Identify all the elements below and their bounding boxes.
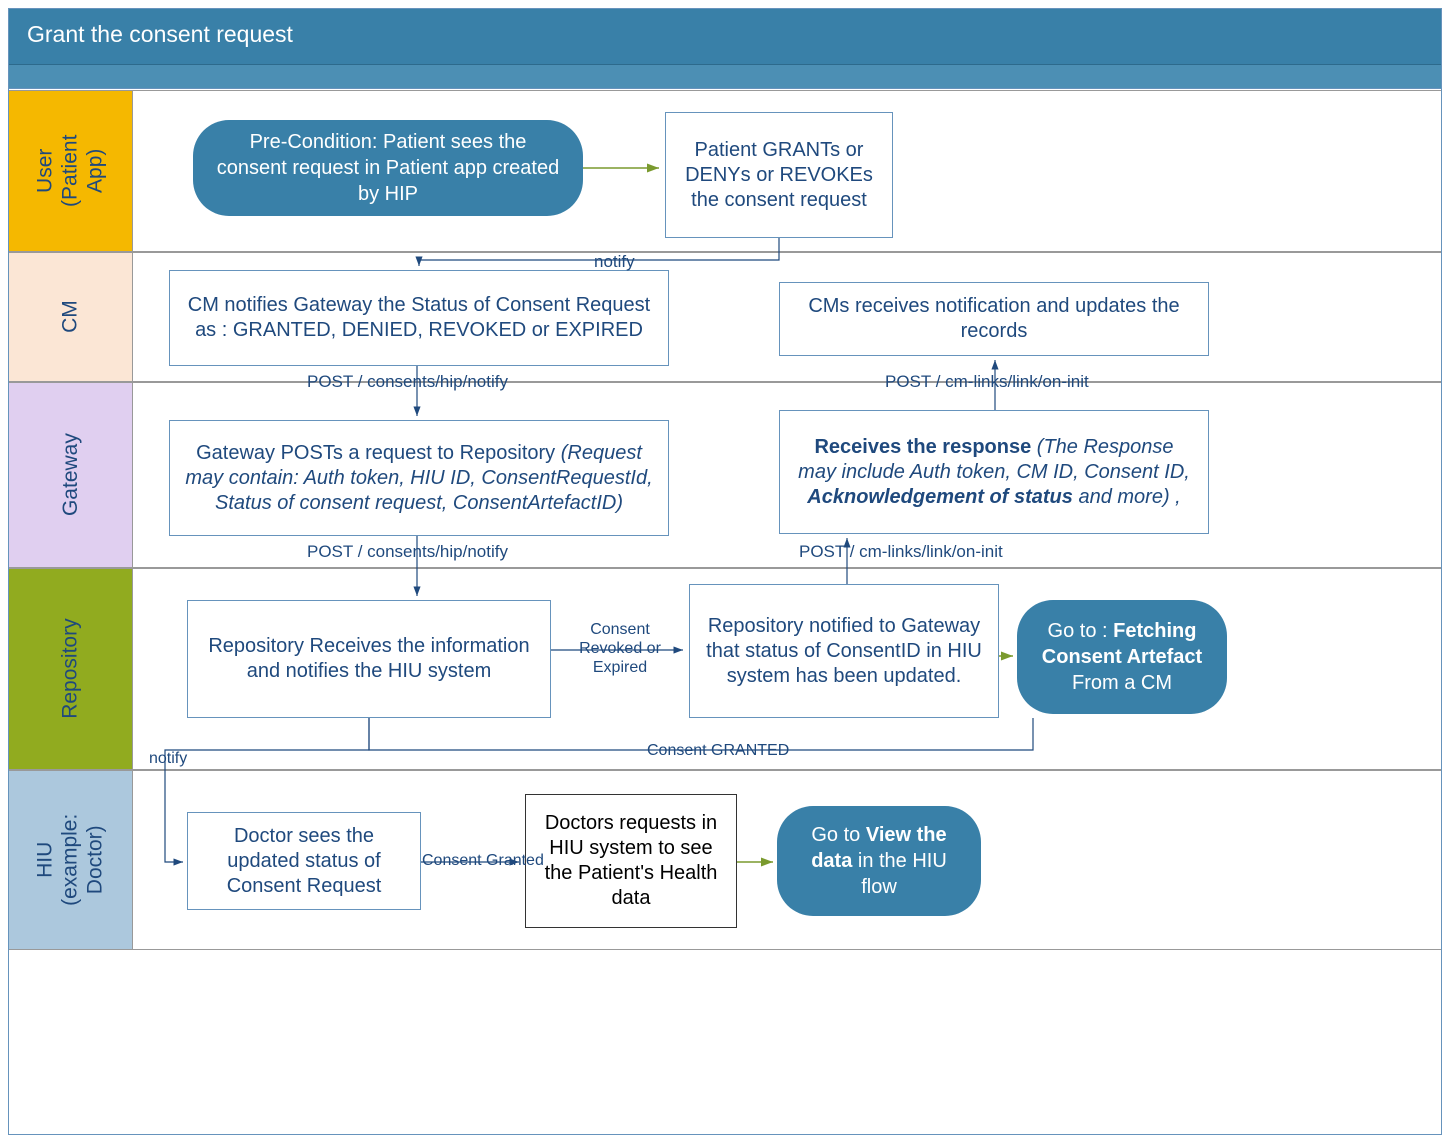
edge-post-hip-2: POST / consents/hip/notify bbox=[307, 542, 508, 562]
cm-receives-node: CMs receives notification and updates th… bbox=[779, 282, 1209, 356]
edge-revoked: Consent Revoked or Expired bbox=[565, 620, 675, 678]
edge-notify-1: notify bbox=[594, 252, 635, 272]
edge-notify-2: notify bbox=[149, 750, 187, 768]
goto-view-node[interactable]: Go to View the data in the HIU flow bbox=[777, 806, 981, 916]
receives-response-node: Receives the response (The Response may … bbox=[779, 410, 1209, 534]
consent-flow-diagram: Grant the consent request User (Patient … bbox=[8, 8, 1442, 1135]
patient-action-node: Patient GRANTs or DENYs or REVOKEs the c… bbox=[665, 112, 893, 238]
receives-response-bold2: Acknowledgement of status bbox=[807, 486, 1073, 508]
receives-response-detail2: and more) , bbox=[1073, 486, 1181, 508]
repo-notified-node: Repository notified to Gateway that stat… bbox=[689, 584, 999, 718]
repo-receives-node: Repository Receives the information and … bbox=[187, 600, 551, 718]
diagram-title: Grant the consent request bbox=[9, 9, 1441, 65]
precondition-node: Pre-Condition: Patient sees the consent … bbox=[193, 120, 583, 216]
lane-label-cm: CM bbox=[9, 253, 133, 381]
cm-notify-node: CM notifies Gateway the Status of Consen… bbox=[169, 270, 669, 366]
goto-fetch-post: From a CM bbox=[1072, 672, 1172, 694]
lane-label-gateway: Gateway bbox=[9, 383, 133, 567]
swimlanes: User (Patient App) CM Gateway Repository… bbox=[9, 90, 1441, 1134]
edge-post-oninit-2: POST / cm-links/link/on-init bbox=[799, 542, 1003, 562]
lane-label-repo: Repository bbox=[9, 569, 133, 769]
goto-fetch-node[interactable]: Go to : Fetching Consent Artefact From a… bbox=[1017, 600, 1227, 714]
gateway-post-text: Gateway POSTs a request to Repository bbox=[196, 442, 561, 464]
doctor-requests-node: Doctors requests in HIU system to see th… bbox=[525, 794, 737, 928]
goto-view-pre: Go to bbox=[811, 824, 865, 846]
lane-label-hiu: HIU (example: Doctor) bbox=[9, 771, 133, 949]
doctor-sees-node: Doctor sees the updated status of Consen… bbox=[187, 812, 421, 910]
goto-view-post: in the HIU flow bbox=[852, 850, 946, 898]
edge-consent-granted: Consent Granted bbox=[422, 852, 544, 870]
gateway-post-node: Gateway POSTs a request to Repository (R… bbox=[169, 420, 669, 536]
edge-granted: Consent GRANTED bbox=[647, 742, 789, 760]
lane-label-user: User (Patient App) bbox=[9, 91, 133, 251]
edge-post-oninit-1: POST / cm-links/link/on-init bbox=[885, 372, 1089, 392]
receives-response-bold: Receives the response bbox=[814, 436, 1036, 458]
edge-post-hip-1: POST / consents/hip/notify bbox=[307, 372, 508, 392]
title-band bbox=[9, 65, 1441, 89]
goto-fetch-pre: Go to : bbox=[1048, 620, 1114, 642]
